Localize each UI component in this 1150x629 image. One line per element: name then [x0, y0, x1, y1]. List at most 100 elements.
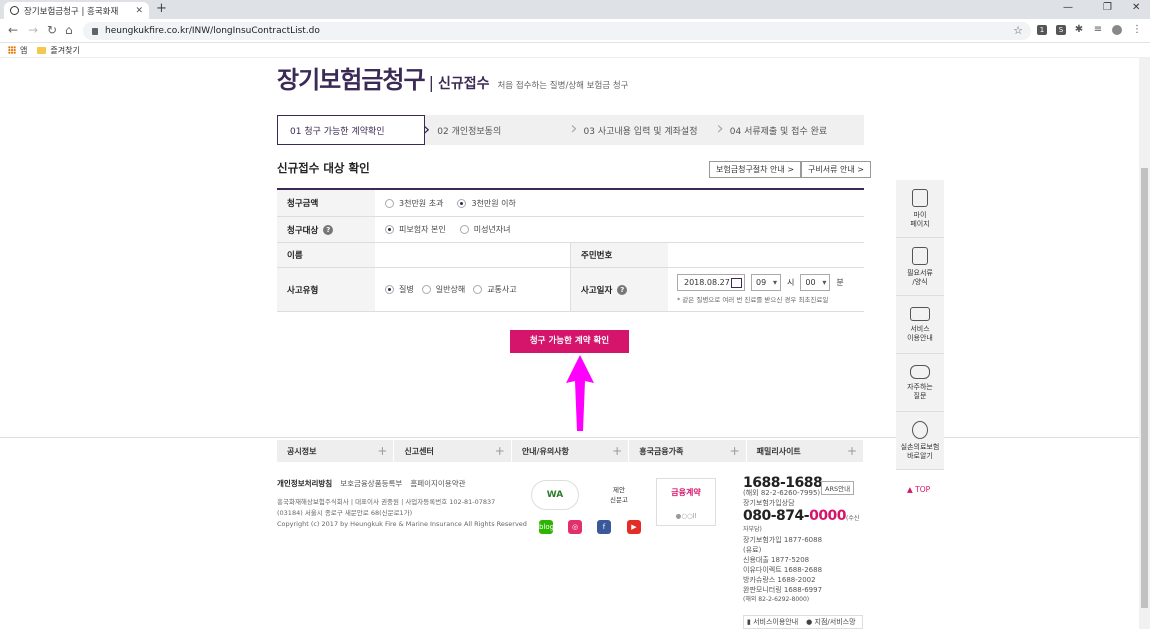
- close-tab-icon[interactable]: ✕: [135, 6, 143, 16]
- check-contracts-button[interactable]: 청구 가능한 계약 확인: [510, 330, 629, 353]
- lightbulb-icon: [912, 420, 928, 439]
- document-icon: [912, 246, 928, 265]
- quick-documents[interactable]: 필요서류 /양식: [896, 238, 944, 296]
- step-4-label: 04 서류제출 및 접수 완료: [729, 126, 828, 137]
- target-minor-radio[interactable]: 미성년자녀: [459, 224, 511, 235]
- privacy-policy-link[interactable]: 개인정보처리방침: [277, 478, 332, 489]
- amount-over-radio[interactable]: 3천만원 초과: [385, 198, 443, 209]
- branch-link[interactable]: ● 지점/서비스망: [806, 617, 855, 627]
- wa-certification-badge[interactable]: WA: [531, 480, 579, 510]
- footer-menu: 공시정보 + 신고센터 + 안내/유의사항 + 흥국금융가족 + 패밀리사이트 +: [277, 440, 865, 462]
- lock-icon: [92, 27, 98, 35]
- plus-icon: +: [494, 444, 505, 458]
- close-window-icon[interactable]: ✕: [1132, 2, 1140, 13]
- radio-circle[interactable]: [473, 285, 483, 294]
- date-input[interactable]: 2018.08.27: [677, 274, 745, 291]
- required-documents-guide-button[interactable]: 구비서류 안내 >: [801, 161, 871, 178]
- claim-procedure-guide-button[interactable]: 보험금청구절차 안내 >: [709, 161, 802, 178]
- footer-link-3[interactable]: 홈페이지이용약관: [410, 478, 465, 489]
- scrollbar-thumb[interactable]: [1141, 168, 1148, 608]
- footer-menu-disclosure[interactable]: 공시정보 +: [277, 440, 395, 462]
- footer-menu-sites[interactable]: 패밀리사이트 +: [747, 440, 865, 462]
- new-tab-icon[interactable]: +: [156, 2, 167, 16]
- address-bar[interactable]: heungkukfire.co.kr/INW/longInsuContractL…: [83, 22, 1031, 40]
- target-self-radio[interactable]: 피보험자 본인: [385, 224, 446, 235]
- home-icon[interactable]: ⌂: [65, 24, 73, 37]
- help-question-icon[interactable]: ?: [323, 224, 334, 235]
- date-note: * 같은 질병으로 여러 번 진료를 받으신 경우 최초진료일: [677, 296, 829, 304]
- profile-avatar-icon[interactable]: [1112, 25, 1122, 35]
- phone2-prefix: 080-874-: [743, 508, 810, 524]
- accident-date-value: 2018.08.27 09 시 00 분 * 같은 질병으로 여러 번 진료를 …: [668, 268, 864, 311]
- footer-menu-report[interactable]: 신고센터 +: [394, 440, 512, 462]
- menu-kebab-icon[interactable]: ⋮: [1132, 25, 1142, 35]
- radio-circle-selected[interactable]: [385, 225, 394, 234]
- reading-list-icon[interactable]: ≡: [1093, 25, 1103, 35]
- facebook-icon[interactable]: f: [597, 520, 611, 534]
- extension-s-icon[interactable]: S: [1056, 25, 1066, 35]
- top-button[interactable]: ▲ TOP: [907, 485, 930, 494]
- step-4: 04 서류제출 및 접수 완료: [718, 115, 864, 145]
- reload-icon[interactable]: ↻: [47, 24, 57, 37]
- target-self-label: 피보험자 본인: [399, 225, 446, 234]
- puzzle-icon[interactable]: ✱: [1074, 25, 1084, 35]
- minute-select[interactable]: 00: [800, 274, 831, 291]
- footer-menu-notice[interactable]: 안내/유의사항 +: [512, 440, 630, 462]
- quick-label: 실손의료보험 바로알기: [900, 442, 940, 460]
- youtube-icon[interactable]: ▶: [627, 520, 641, 534]
- contact-line-f: 완판모니터링 1688-6997: [743, 586, 823, 594]
- forward-icon[interactable]: →: [28, 24, 38, 37]
- quick-faq[interactable]: 자주하는 질문: [896, 354, 944, 412]
- campaign-banner[interactable]: 금융계약 ●○○ll: [656, 478, 716, 526]
- bookmark-star-icon[interactable]: ☆: [1013, 24, 1023, 37]
- maximize-icon[interactable]: ❐: [1103, 2, 1112, 13]
- type-disease-radio[interactable]: 질병: [385, 284, 414, 295]
- type-disease-label: 질병: [399, 285, 414, 294]
- ars-guide-button[interactable]: ARS안내: [821, 481, 855, 495]
- footer-menu-family[interactable]: 흥국금융가족 +: [629, 440, 747, 462]
- browser-tab[interactable]: 장기보험금청구 | 흥국화재 ✕: [4, 2, 149, 19]
- footer-links: 개인정보처리방침 보호금융상품등록부 홈페이지이용약관: [277, 478, 466, 489]
- reporter-badge[interactable]: 제안 신문고: [594, 480, 644, 510]
- quick-health-insurance[interactable]: 실손의료보험 바로알기: [896, 412, 944, 470]
- help-question-icon[interactable]: ?: [617, 284, 628, 295]
- radio-circle-selected[interactable]: [457, 198, 467, 208]
- company-info: 흥국화재해상보험주식회사 | 대표이사 권중원 | 사업자등록번호 102-81…: [277, 497, 527, 530]
- radio-circle[interactable]: [459, 225, 469, 234]
- subscribe-label: 장기보험가입상담: [743, 499, 795, 507]
- type-traffic-radio[interactable]: 교통사고: [473, 284, 517, 295]
- radio-circle-selected[interactable]: [385, 285, 394, 294]
- radio-circle[interactable]: [421, 285, 431, 294]
- type-injury-radio[interactable]: 일반상해: [421, 284, 465, 295]
- step-1-label: 01 청구 가능한 계약확인: [290, 126, 385, 137]
- blog-icon[interactable]: blog: [539, 520, 554, 534]
- page-scrollbar[interactable]: [1139, 58, 1150, 629]
- calendar-icon[interactable]: [731, 277, 742, 288]
- contact-line-b: (유료): [743, 546, 762, 554]
- footer-link-2[interactable]: 보호금융상품등록부: [340, 478, 402, 489]
- favorites-bookmark[interactable]: 즐겨찾기: [37, 45, 80, 56]
- apps-label: 앱: [20, 45, 28, 55]
- name-label: 이름: [277, 243, 375, 267]
- back-icon[interactable]: ←: [8, 24, 18, 37]
- quick-my-page[interactable]: 마이 페이지: [896, 180, 944, 238]
- annotation-arrow-icon: [566, 355, 594, 431]
- quick-service-guide[interactable]: 서비스 이용안내: [896, 296, 944, 354]
- hour-select[interactable]: 09: [751, 274, 781, 291]
- banner-pager[interactable]: ●○○ll: [657, 512, 715, 520]
- instagram-icon[interactable]: ◎: [568, 520, 582, 534]
- radio-circle[interactable]: [385, 198, 394, 208]
- minute-unit: 분: [836, 278, 844, 287]
- accident-type-label: 사고유형: [277, 268, 375, 311]
- extension-icon[interactable]: 1: [1037, 25, 1047, 35]
- name-row: 이름 주민번호: [277, 243, 864, 268]
- amount-under-radio[interactable]: 3천만원 이하: [457, 198, 516, 209]
- amount-label: 청구금액: [277, 190, 375, 216]
- minimize-icon[interactable]: —: [1063, 2, 1073, 13]
- target-label-text: 청구대상: [287, 225, 319, 236]
- service-guide-link[interactable]: ▮ 서비스이용안내: [747, 617, 798, 627]
- company-address: (03184) 서울시 종로구 새문안로 68(신문로1가): [277, 509, 413, 517]
- contact-line-g: (해외 82-2-6292-8000): [743, 596, 810, 603]
- step-indicator: 01 청구 가능한 계약확인 › 02 개인정보동의 › 03 사고내용 입력 …: [277, 115, 864, 145]
- apps-bookmark[interactable]: 앱: [8, 45, 27, 56]
